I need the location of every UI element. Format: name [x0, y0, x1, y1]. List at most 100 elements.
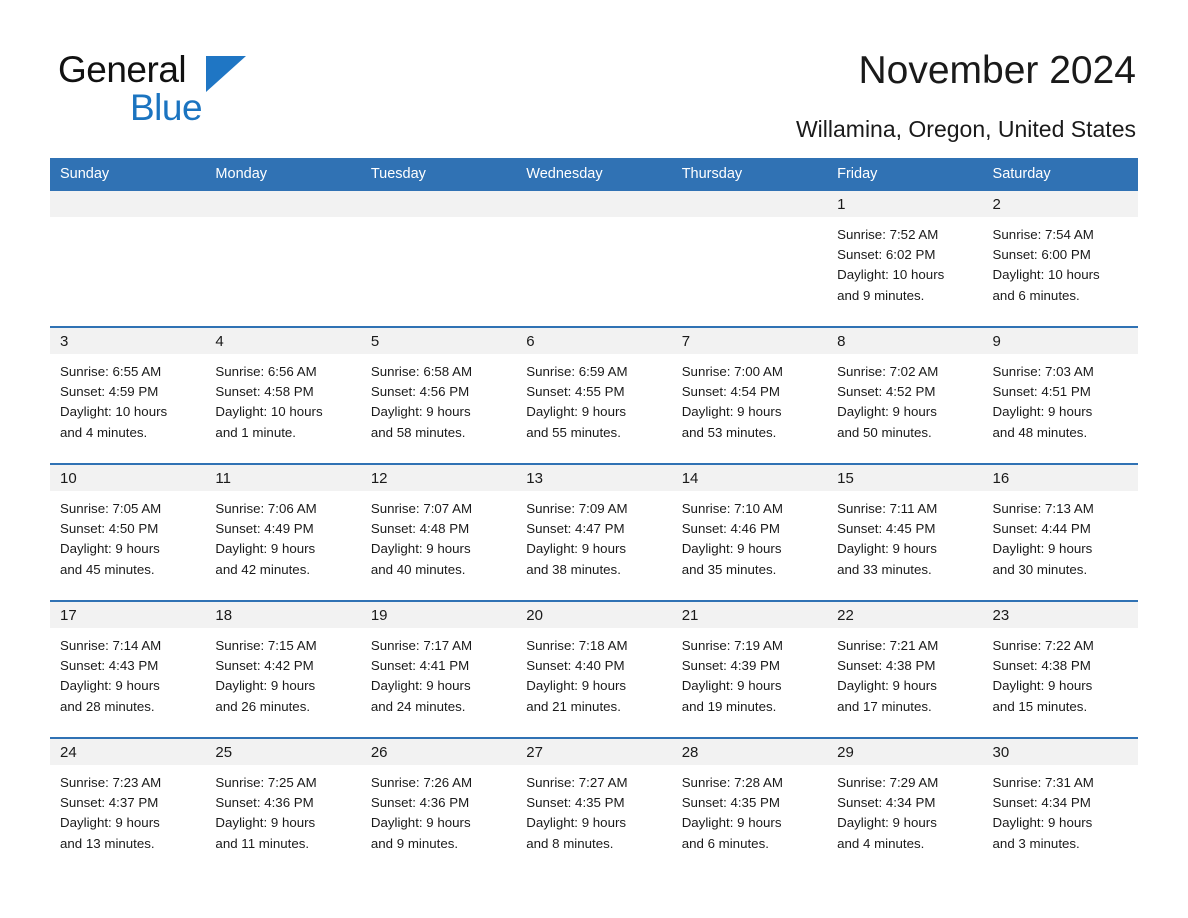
day-cell[interactable]: 28 Sunrise: 7:28 AM Sunset: 4:35 PM Dayligh… [671, 739, 828, 874]
sunset-time: Sunset: 4:50 PM [60, 521, 159, 537]
sunrise-time: Sunrise: 7:14 AM [60, 638, 162, 653]
day-cell[interactable]: 24 Sunrise: 7:23 AM Sunset: 4:37 PM Dayligh… [50, 739, 206, 874]
day-number: 19 [360, 602, 517, 628]
daylight-duration-line2: and 35 minutes. [681, 561, 777, 577]
sunset-time: Sunset: 4:55 PM [526, 384, 625, 400]
sunrise-time: Sunrise: 7:00 AM [681, 364, 783, 379]
day-sun-info: Sunrise: 7:18 AM Sunset: 4:40 PM Daylight:… [516, 628, 671, 717]
sunrise-time: Sunrise: 6:59 AM [526, 364, 628, 379]
day-cell[interactable]: 13 Sunrise: 7:09 AM Sunset: 4:47 PM Dayligh… [516, 465, 672, 600]
day-sun-info: Sunrise: 7:02 AM Sunset: 4:52 PM Daylight:… [827, 354, 982, 443]
day-number: 20 [516, 602, 672, 628]
sunrise-time: Sunrise: 7:54 AM [992, 227, 1094, 242]
day-sun-info: Sunrise: 7:07 AM Sunset: 4:48 PM Daylight:… [361, 491, 516, 580]
day-cell[interactable]: 18 Sunrise: 7:15 AM Sunset: 4:42 PM Dayligh… [205, 602, 361, 737]
day-sun-info: Sunrise: 7:10 AM Sunset: 4:46 PM Daylight:… [672, 491, 827, 580]
calendar-cell: 6 Sunrise: 6:59 AM Sunset: 4:55 PM Daylight… [516, 326, 672, 464]
day-number: 26 [360, 739, 517, 765]
day-sun-info: Sunrise: 7:11 AM Sunset: 4:45 PM Daylight:… [827, 491, 982, 580]
daylight-duration-line2: and 3 minutes. [992, 835, 1080, 851]
daylight-duration-line2: and 4 minutes. [60, 424, 148, 440]
day-cell[interactable]: 25 Sunrise: 7:25 AM Sunset: 4:36 PM Dayligh… [205, 739, 361, 874]
day-cell[interactable]: 17 Sunrise: 7:14 AM Sunset: 4:43 PM Dayligh… [50, 602, 206, 737]
daylight-duration-line1: Daylight: 9 hours [992, 815, 1093, 831]
day-cell[interactable]: 10 Sunrise: 7:05 AM Sunset: 4:50 PM Dayligh… [50, 465, 206, 600]
sunrise-time: Sunrise: 7:19 AM [681, 638, 783, 653]
day-cell[interactable]: 9 Sunrise: 7:03 AM Sunset: 4:51 PM Daylight… [982, 328, 1138, 463]
sunset-time: Sunset: 4:35 PM [526, 795, 625, 811]
day-cell[interactable]: 14 Sunrise: 7:10 AM Sunset: 4:46 PM Dayligh… [671, 465, 828, 600]
day-cell[interactable]: 19 Sunrise: 7:17 AM Sunset: 4:41 PM Dayligh… [360, 602, 517, 737]
calendar-cell: 4 Sunrise: 6:56 AM Sunset: 4:58 PM Daylight… [205, 326, 361, 464]
calendar-cell: 23 Sunrise: 7:22 AM Sunset: 4:38 PM Dayligh… [982, 600, 1138, 738]
weekday-header-thursday: Thursday [671, 158, 828, 191]
day-cell[interactable]: 20 Sunrise: 7:18 AM Sunset: 4:40 PM Dayligh… [516, 602, 672, 737]
day-cell[interactable]: 4 Sunrise: 6:56 AM Sunset: 4:58 PM Daylight… [205, 328, 361, 463]
sunrise-time: Sunrise: 7:11 AM [837, 501, 938, 516]
daylight-duration-line1: Daylight: 9 hours [370, 815, 471, 831]
sunset-time: Sunset: 4:45 PM [837, 521, 936, 537]
day-cell[interactable]: 8 Sunrise: 7:02 AM Sunset: 4:52 PM Daylight… [827, 328, 983, 463]
general-blue-logo: General Blue [58, 50, 358, 128]
day-sun-info [672, 217, 827, 225]
daylight-duration-line2: and 15 minutes. [992, 698, 1088, 714]
day-number [516, 191, 672, 217]
day-number: 3 [50, 328, 206, 354]
day-cell[interactable]: 29 Sunrise: 7:29 AM Sunset: 4:34 PM Dayligh… [827, 739, 983, 874]
day-cell[interactable]: 3 Sunrise: 6:55 AM Sunset: 4:59 PM Daylight… [50, 328, 206, 463]
sunset-time: Sunset: 4:41 PM [370, 658, 470, 674]
daylight-duration-line1: Daylight: 9 hours [681, 404, 782, 420]
daylight-duration-line1: Daylight: 9 hours [837, 815, 937, 831]
day-sun-info: Sunrise: 7:25 AM Sunset: 4:36 PM Daylight:… [205, 765, 360, 854]
day-cell[interactable]: 2 Sunrise: 7:54 AM Sunset: 6:00 PM Daylight… [982, 191, 1138, 326]
logo-text-blue: Blue [130, 87, 203, 128]
daylight-duration-line2: and 6 minutes. [681, 835, 769, 851]
daylight-duration-line1: Daylight: 9 hours [370, 678, 471, 694]
calendar-cell: 15 Sunrise: 7:11 AM Sunset: 4:45 PM Dayligh… [827, 463, 983, 601]
day-cell[interactable]: 7 Sunrise: 7:00 AM Sunset: 4:54 PM Daylight… [671, 328, 828, 463]
day-number: 2 [982, 191, 1138, 217]
day-cell[interactable]: 6 Sunrise: 6:59 AM Sunset: 4:55 PM Daylight… [516, 328, 672, 463]
day-cell[interactable]: 1 Sunrise: 7:52 AM Sunset: 6:02 PM Daylight… [827, 191, 983, 326]
calendar-cell [516, 191, 672, 327]
sunset-time: Sunset: 4:38 PM [837, 658, 936, 674]
day-cell[interactable]: 16 Sunrise: 7:13 AM Sunset: 4:44 PM Dayligh… [982, 465, 1138, 600]
day-sun-info: Sunrise: 7:13 AM Sunset: 4:44 PM Daylight:… [983, 491, 1138, 580]
day-cell[interactable]: 30 Sunrise: 7:31 AM Sunset: 4:34 PM Dayligh… [982, 739, 1138, 874]
day-cell[interactable]: 12 Sunrise: 7:07 AM Sunset: 4:48 PM Dayligh… [360, 465, 517, 600]
daylight-duration-line1: Daylight: 9 hours [60, 541, 160, 557]
calendar-cell: 22 Sunrise: 7:21 AM Sunset: 4:38 PM Dayligh… [827, 600, 983, 738]
day-number: 29 [827, 739, 983, 765]
calendar-week-row: 3 Sunrise: 6:55 AM Sunset: 4:59 PM Daylight… [50, 326, 1138, 464]
daylight-duration-line1: Daylight: 9 hours [60, 815, 160, 831]
daylight-duration-line2: and 11 minutes. [215, 835, 310, 851]
sunset-time: Sunset: 4:59 PM [60, 384, 159, 400]
sunrise-time: Sunrise: 7:27 AM [526, 775, 628, 790]
day-sun-info: Sunrise: 7:14 AM Sunset: 4:43 PM Daylight:… [50, 628, 205, 717]
triangle-icon [206, 56, 246, 92]
day-sun-info: Sunrise: 7:15 AM Sunset: 4:42 PM Daylight:… [205, 628, 360, 717]
day-cell[interactable]: 11 Sunrise: 7:06 AM Sunset: 4:49 PM Dayligh… [205, 465, 361, 600]
calendar-cell: 27 Sunrise: 7:27 AM Sunset: 4:35 PM Dayligh… [516, 737, 672, 874]
day-number: 30 [982, 739, 1138, 765]
day-number: 9 [982, 328, 1138, 354]
day-cell[interactable]: 21 Sunrise: 7:19 AM Sunset: 4:39 PM Dayligh… [671, 602, 828, 737]
day-cell[interactable]: 22 Sunrise: 7:21 AM Sunset: 4:38 PM Dayligh… [827, 602, 983, 737]
day-cell[interactable]: 27 Sunrise: 7:27 AM Sunset: 4:35 PM Dayligh… [516, 739, 672, 874]
day-cell[interactable]: 23 Sunrise: 7:22 AM Sunset: 4:38 PM Dayligh… [982, 602, 1138, 737]
sunrise-time: Sunrise: 6:56 AM [215, 364, 317, 379]
daylight-duration-line1: Daylight: 9 hours [60, 678, 160, 694]
sunset-time: Sunset: 4:34 PM [992, 795, 1091, 811]
day-sun-info: Sunrise: 7:21 AM Sunset: 4:38 PM Daylight:… [827, 628, 982, 717]
day-number: 12 [360, 465, 517, 491]
calendar-cell: 3 Sunrise: 6:55 AM Sunset: 4:59 PM Daylight… [50, 326, 206, 464]
page-title: November 2024 [858, 49, 1137, 92]
daylight-duration-line2: and 42 minutes. [215, 561, 311, 577]
day-cell[interactable]: 26 Sunrise: 7:26 AM Sunset: 4:36 PM Dayligh… [360, 739, 517, 874]
day-cell[interactable]: 5 Sunrise: 6:58 AM Sunset: 4:56 PM Daylight… [360, 328, 517, 463]
weekday-header-saturday: Saturday [982, 158, 1138, 191]
day-sun-info [361, 217, 516, 225]
daylight-duration-line2: and 40 minutes. [370, 561, 466, 577]
day-number [671, 191, 828, 217]
day-cell[interactable]: 15 Sunrise: 7:11 AM Sunset: 4:45 PM Dayligh… [827, 465, 983, 600]
